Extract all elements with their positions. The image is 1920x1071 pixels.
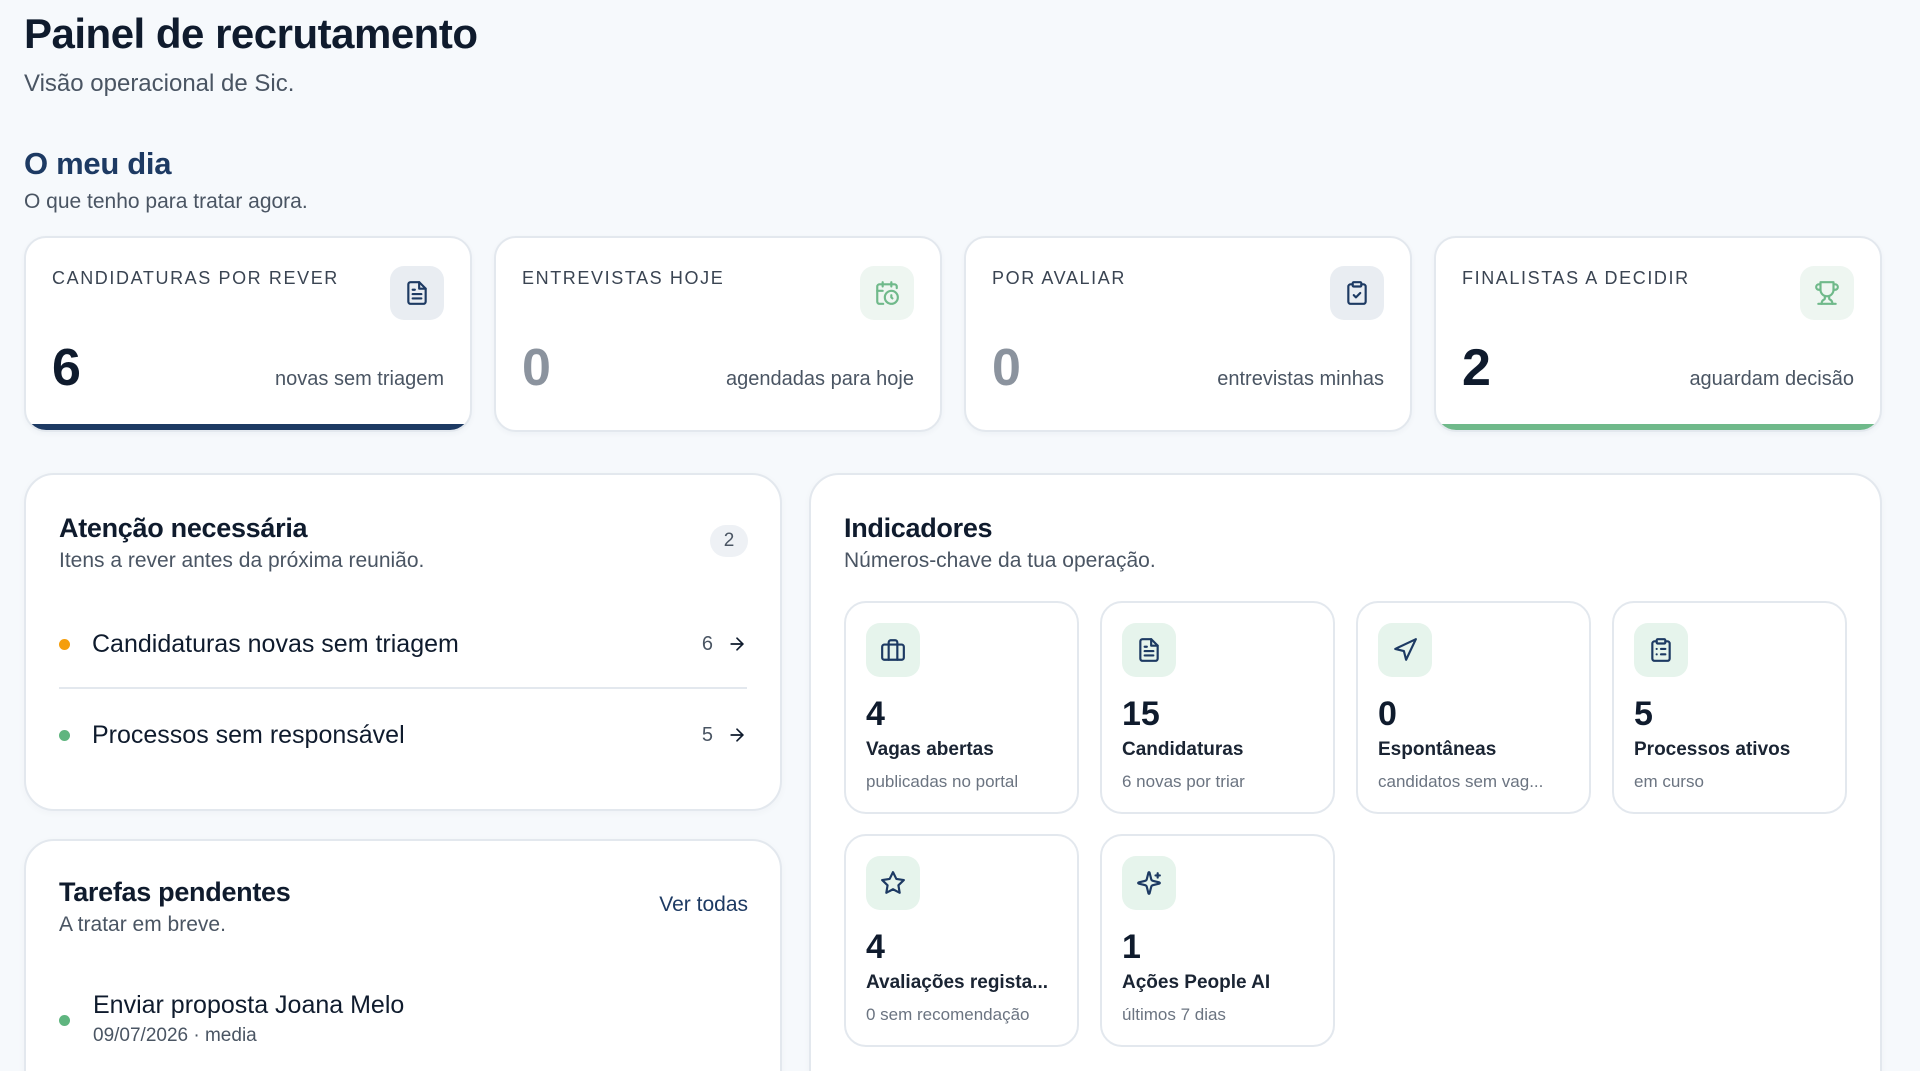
kpi-card-por-avaliar[interactable]: POR AVALIAR 0 entrevistas minhas	[964, 236, 1412, 432]
kpi-label: FINALISTAS A DECIDIR	[1462, 268, 1690, 288]
attention-item-count: 6	[701, 632, 713, 655]
indicator-card-avaliacoes[interactable]: 4 Avaliações regista... 0 sem recomendaç…	[844, 834, 1079, 1047]
send-icon	[1378, 623, 1432, 677]
task-item[interactable]: Enviar proposta Joana Melo 09/07/2026 · …	[59, 991, 747, 1071]
tasks-title: Tarefas pendentes	[59, 877, 291, 907]
indicator-value: 4	[866, 928, 885, 966]
kpi-accent-bar	[26, 424, 470, 430]
task-meta: 09/07/2026 · media	[93, 1025, 257, 1046]
kpi-value: 2	[1462, 339, 1491, 397]
document-icon	[390, 266, 444, 320]
indicator-value: 1	[1122, 928, 1141, 966]
kpi-card-finalistas[interactable]: FINALISTAS A DECIDIR 2 aguardam decisão	[1434, 236, 1882, 432]
calendar-clock-icon	[860, 266, 914, 320]
kpi-caption: novas sem triagem	[275, 368, 444, 390]
status-dot	[59, 1015, 70, 1026]
kpi-accent-bar	[1436, 424, 1880, 430]
tasks-subtitle: A tratar em breve.	[59, 913, 226, 936]
arrow-right-icon[interactable]	[727, 634, 747, 654]
attention-panel: Atenção necessária Itens a rever antes d…	[24, 473, 782, 811]
arrow-right-icon[interactable]	[727, 725, 747, 745]
attention-item-responsavel[interactable]: Processos sem responsável 5	[59, 691, 747, 779]
briefcase-icon	[866, 623, 920, 677]
kpi-caption: agendadas para hoje	[726, 368, 914, 390]
section-subtitle-my-day: O que tenho para tratar agora.	[24, 190, 308, 213]
kpi-label: POR AVALIAR	[992, 268, 1126, 288]
indicator-value: 4	[866, 695, 885, 733]
indicator-caption: candidatos sem vag...	[1378, 772, 1544, 791]
kpi-value: 0	[522, 339, 551, 397]
page-title: Painel de recrutamento	[24, 10, 478, 57]
indicator-caption: em curso	[1634, 772, 1704, 791]
task-title: Enviar proposta Joana Melo	[93, 991, 405, 1019]
kpi-caption: aguardam decisão	[1689, 368, 1854, 390]
trophy-icon	[1800, 266, 1854, 320]
page-subtitle: Visão operacional de Sic.	[24, 70, 295, 97]
section-title-my-day: O meu dia	[24, 146, 172, 181]
view-all-link[interactable]: Ver todas	[659, 893, 748, 917]
indicator-card-candidaturas[interactable]: 15 Candidaturas 6 novas por triar	[1100, 601, 1335, 814]
clipboard-list-icon	[1634, 623, 1688, 677]
indicator-label: Vagas abertas	[866, 739, 994, 760]
status-dot	[59, 638, 70, 650]
indicator-card-people-ai[interactable]: 1 Ações People AI últimos 7 dias	[1100, 834, 1335, 1047]
indicator-caption: últimos 7 dias	[1122, 1005, 1226, 1024]
kpi-label: ENTREVISTAS HOJE	[522, 268, 725, 288]
attention-item-triagem[interactable]: Candidaturas novas sem triagem 6	[59, 601, 747, 689]
attention-item-count: 5	[701, 723, 713, 746]
indicator-label: Espontâneas	[1378, 739, 1497, 760]
indicators-subtitle: Números-chave da tua operação.	[844, 549, 1156, 572]
indicators-panel: Indicadores Números-chave da tua operaçã…	[809, 473, 1882, 1071]
indicator-label: Processos ativos	[1634, 739, 1791, 760]
attention-item-label: Processos sem responsável	[92, 720, 405, 749]
kpi-card-entrevistas[interactable]: ENTREVISTAS HOJE 0 agendadas para hoje	[494, 236, 942, 432]
indicator-value: 5	[1634, 695, 1653, 733]
indicator-caption: 0 sem recomendação	[866, 1005, 1030, 1024]
kpi-value: 6	[52, 339, 81, 397]
indicator-caption: 6 novas por triar	[1122, 772, 1245, 791]
tasks-panel: Tarefas pendentes A tratar em breve. Ver…	[24, 839, 782, 1071]
sparkles-icon	[1122, 856, 1176, 910]
attention-count-badge: 2	[710, 525, 748, 557]
indicators-title: Indicadores	[844, 513, 993, 543]
indicator-label: Candidaturas	[1122, 739, 1244, 760]
kpi-value: 0	[992, 339, 1021, 397]
indicator-caption: publicadas no portal	[866, 772, 1019, 791]
status-dot	[59, 729, 70, 741]
kpi-row: CANDIDATURAS POR REVER 6 novas sem triag…	[24, 236, 1882, 432]
indicator-card-processos[interactable]: 5 Processos ativos em curso	[1612, 601, 1847, 814]
indicator-value: 15	[1122, 695, 1160, 733]
attention-item-label: Candidaturas novas sem triagem	[92, 629, 459, 658]
document-icon	[1122, 623, 1176, 677]
indicator-card-espontaneas[interactable]: 0 Espontâneas candidatos sem vag...	[1356, 601, 1591, 814]
attention-subtitle: Itens a rever antes da próxima reunião.	[59, 549, 425, 572]
star-icon	[866, 856, 920, 910]
indicator-value: 0	[1378, 695, 1397, 733]
kpi-caption: entrevistas minhas	[1217, 368, 1384, 390]
kpi-label: CANDIDATURAS POR REVER	[52, 268, 339, 288]
attention-title: Atenção necessária	[59, 513, 308, 543]
clipboard-check-icon	[1330, 266, 1384, 320]
kpi-card-candidaturas[interactable]: CANDIDATURAS POR REVER 6 novas sem triag…	[24, 236, 472, 432]
indicator-label: Avaliações regista...	[866, 972, 1049, 993]
indicator-label: Ações People AI	[1122, 972, 1271, 993]
indicator-card-vagas[interactable]: 4 Vagas abertas publicadas no portal	[844, 601, 1079, 814]
